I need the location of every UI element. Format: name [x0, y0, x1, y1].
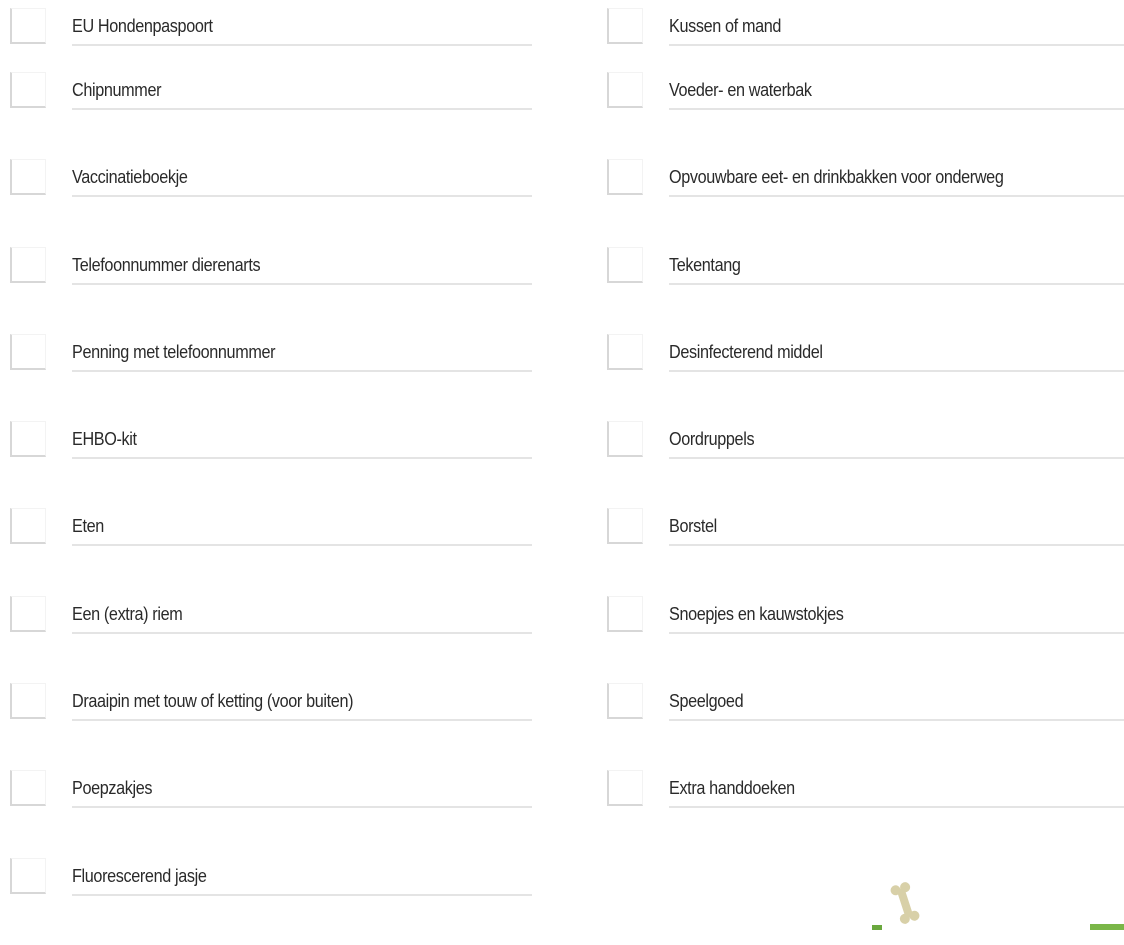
checkbox[interactable] [607, 683, 643, 720]
checkbox[interactable] [10, 770, 46, 807]
checklist-item[interactable]: Opvouwbare eet- en drinkbakken voor onde… [597, 159, 1124, 246]
checklist-item[interactable]: Extra handdoeken [597, 770, 1124, 857]
green-accent-small [872, 925, 882, 930]
checklist-item-label: Poepzakjes [72, 778, 153, 799]
checklist-item[interactable]: Vaccinatieboekje [0, 159, 540, 246]
checkbox[interactable] [607, 595, 643, 632]
checkbox[interactable] [607, 72, 643, 108]
divider [72, 544, 532, 547]
checkbox[interactable] [10, 246, 46, 283]
divider [669, 457, 1124, 460]
divider [669, 544, 1124, 547]
checkbox[interactable] [607, 333, 643, 370]
checkbox[interactable] [607, 770, 643, 807]
divider [72, 369, 532, 372]
divider [669, 44, 1124, 46]
checkbox[interactable] [10, 595, 46, 632]
checklist-item-label: Extra handdoeken [669, 778, 795, 799]
checkbox[interactable] [607, 421, 643, 458]
checkbox[interactable] [10, 333, 46, 370]
checklist-right-column: Kussen of mand Voeder- en waterbak Opvouwb… [597, 0, 1124, 858]
divider [72, 631, 532, 634]
checklist-item-label: Kussen of mand [669, 16, 782, 36]
divider [669, 719, 1124, 722]
checklist-item-label: Voeder- en waterbak [669, 80, 812, 100]
checkbox[interactable] [607, 246, 643, 283]
checklist-item[interactable]: EHBO-kit [0, 421, 540, 508]
checklist-left-column: EU Hondenpaspoort Chipnummer Vaccinatieboe… [0, 0, 540, 945]
checklist-item[interactable]: Borstel [597, 508, 1124, 595]
checklist-item[interactable]: EU Hondenpaspoort [0, 0, 540, 72]
checklist-item-label: Opvouwbare eet- en drinkbakken voor onde… [669, 167, 1004, 188]
checklist-item-label: Fluorescerend jasje [72, 865, 207, 886]
divider [669, 806, 1124, 809]
divider [669, 631, 1124, 634]
checklist-item[interactable]: Telefoonnummer dierenarts [0, 246, 540, 334]
checkbox[interactable] [10, 72, 46, 108]
checkbox[interactable] [10, 508, 46, 545]
divider [72, 806, 532, 809]
checklist-item-label: Penning met telefoonnummer [72, 341, 276, 362]
checkbox[interactable] [10, 683, 46, 720]
divider [72, 282, 532, 285]
checklist-item-label: EHBO-kit [72, 429, 137, 450]
checkbox[interactable] [607, 8, 643, 44]
divider [72, 108, 532, 110]
checklist-item-label: EU Hondenpaspoort [72, 16, 213, 36]
checklist-item[interactable]: Fluorescerend jasje [0, 857, 540, 945]
checklist-item-label: Draaipin met touw of ketting (voor buite… [72, 691, 354, 712]
checkbox[interactable] [10, 857, 46, 894]
divider [669, 195, 1124, 198]
checklist-item-label: Eten [72, 516, 104, 537]
divider [72, 893, 532, 896]
divider [72, 195, 532, 198]
checklist-item[interactable]: Draaipin met touw of ketting (voor buite… [0, 683, 540, 770]
divider [669, 108, 1124, 110]
green-accent [1090, 924, 1124, 930]
checkbox[interactable] [10, 159, 46, 196]
checklist-item[interactable]: Snoepjes en kauwstokjes [597, 595, 1124, 683]
checklist-item-label: Telefoonnummer dierenarts [72, 254, 261, 275]
divider [72, 457, 532, 460]
checklist-item-label: Vaccinatieboekje [72, 167, 188, 188]
checkbox[interactable] [10, 421, 46, 458]
checklist-item[interactable]: Voeder- en waterbak [597, 72, 1124, 159]
checkbox[interactable] [607, 159, 643, 196]
checklist-item-label: Chipnummer [72, 80, 162, 100]
checklist-item-label: Oordruppels [669, 429, 755, 450]
checklist-item[interactable]: Desinfecterend middel [597, 333, 1124, 421]
checklist-item-label: Snoepjes en kauwstokjes [669, 603, 844, 624]
checkbox[interactable] [10, 8, 46, 44]
checkbox[interactable] [607, 508, 643, 545]
checklist-item-label: Tekentang [669, 254, 741, 275]
checklist-item-label: Speelgoed [669, 691, 744, 712]
checklist-item[interactable]: Een (extra) riem [0, 595, 540, 683]
checklist-item[interactable]: Penning met telefoonnummer [0, 333, 540, 421]
checklist-item[interactable]: Eten [0, 508, 540, 595]
checklist-item[interactable]: Tekentang [597, 246, 1124, 334]
divider [72, 44, 532, 46]
checklist-item[interactable]: Speelgoed [597, 683, 1124, 770]
divider [669, 369, 1124, 372]
checklist-item[interactable]: Oordruppels [597, 421, 1124, 508]
checklist-item[interactable]: Chipnummer [0, 72, 540, 159]
checklist-item[interactable]: Poepzakjes [0, 770, 540, 857]
checklist-item-label: Een (extra) riem [72, 603, 183, 624]
bone-icon [890, 880, 920, 931]
checklist-item-label: Borstel [669, 516, 717, 537]
checklist-item[interactable]: Kussen of mand [597, 0, 1124, 72]
checklist-item-label: Desinfecterend middel [669, 341, 823, 362]
divider [72, 719, 532, 722]
divider [669, 282, 1124, 285]
